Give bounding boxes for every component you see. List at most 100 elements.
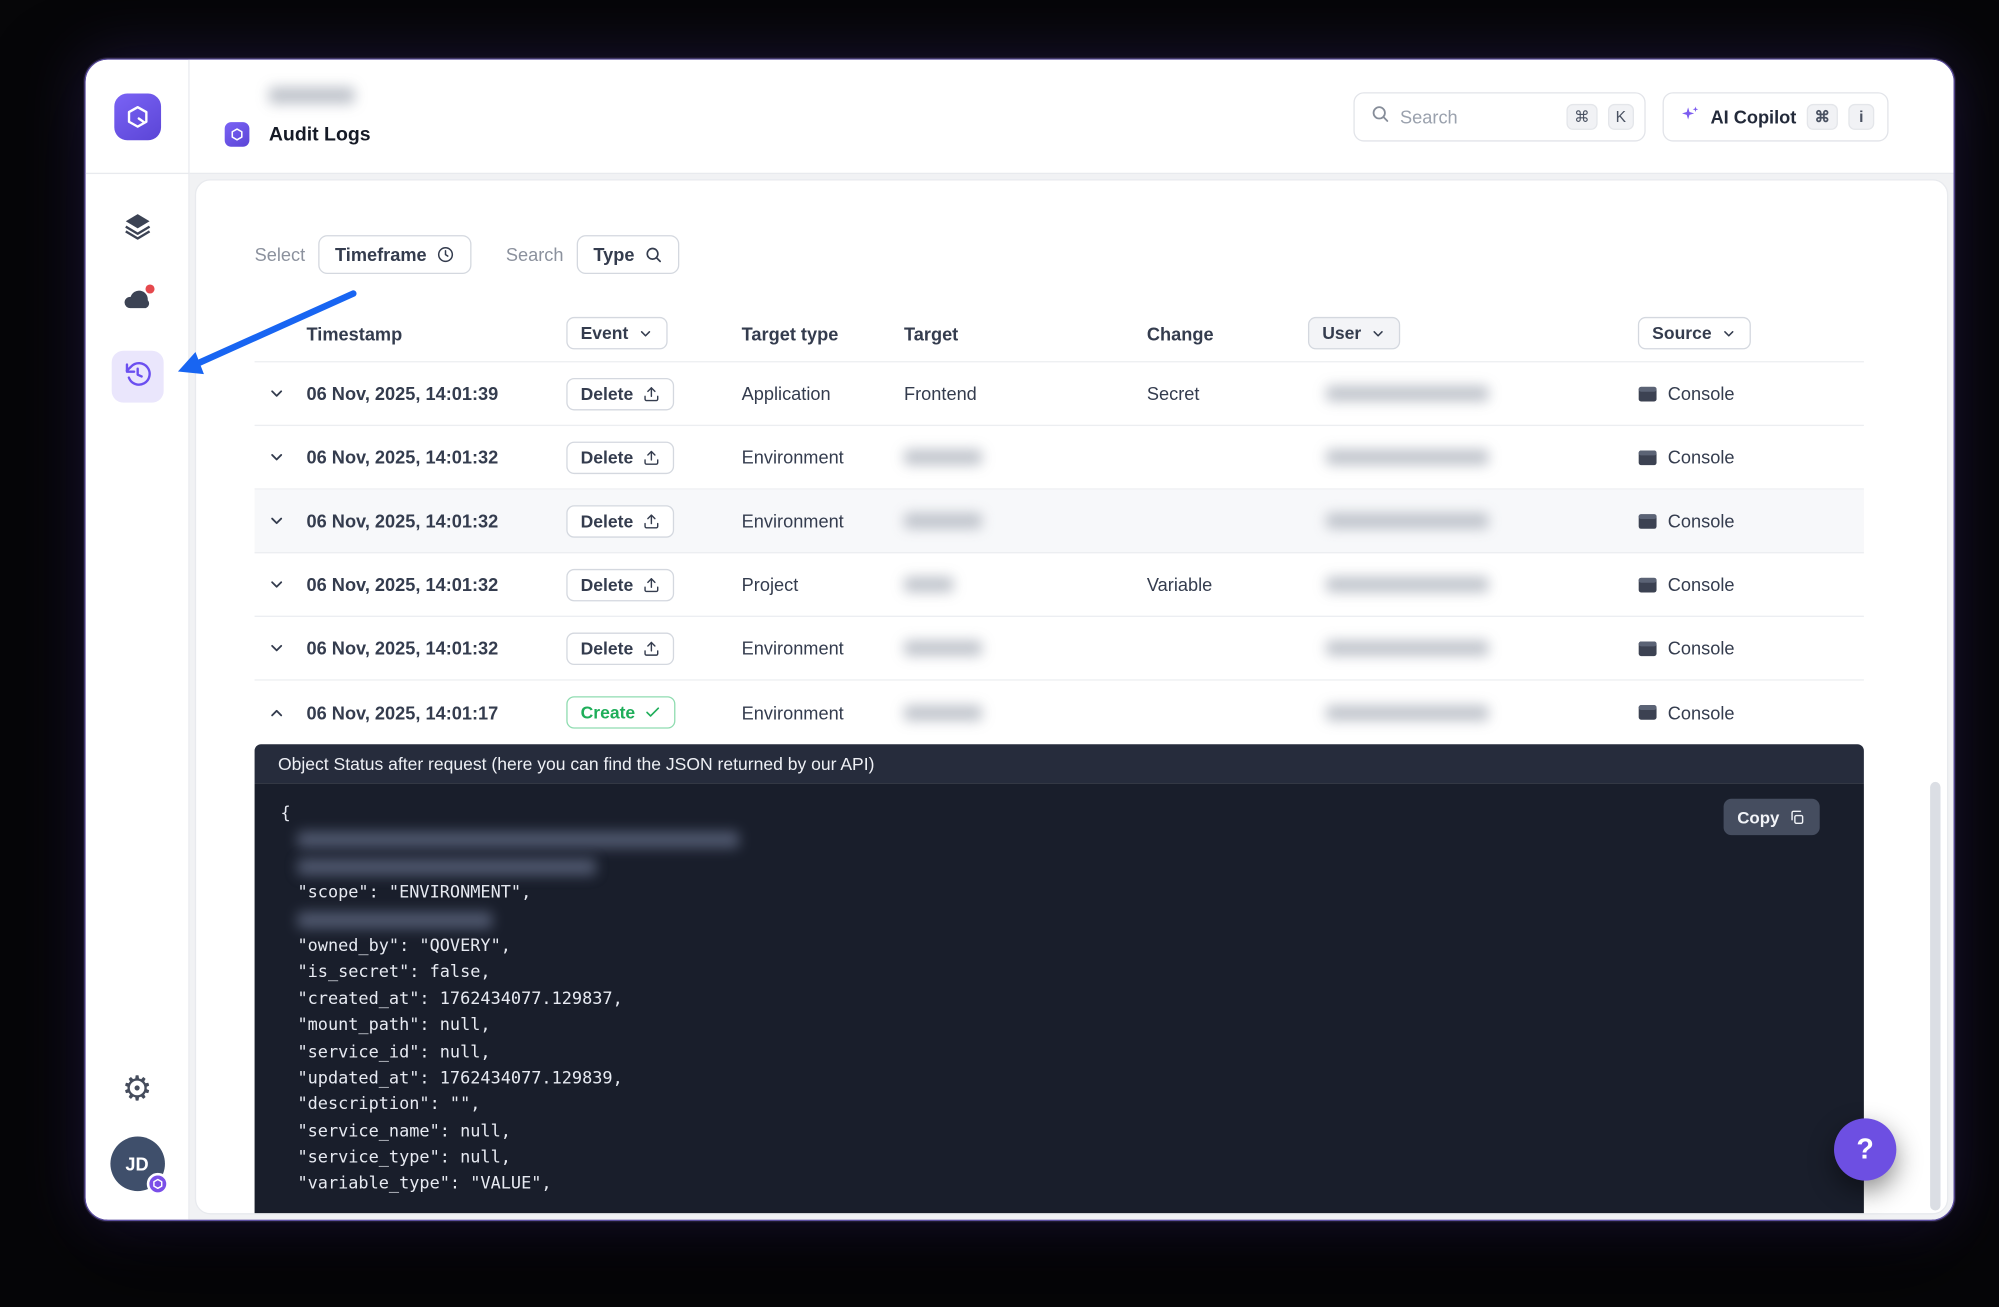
table-row[interactable]: 06 Nov, 2025, 14:01:39 Delete Applicatio…	[255, 362, 1864, 426]
redacted-user	[1326, 577, 1488, 593]
redacted-target	[904, 640, 982, 656]
column-change: Change	[1147, 323, 1308, 344]
upload-icon	[642, 385, 659, 402]
row-target	[904, 449, 1147, 465]
topbar-right: ⌘ K AI Copilot ⌘ i	[1353, 92, 1888, 141]
event-create-button[interactable]: Create	[566, 696, 675, 728]
row-source: Console	[1638, 447, 1864, 468]
sidebar-item-services[interactable]	[111, 203, 163, 255]
event-column-label: Event	[581, 323, 629, 342]
row-change: Variable	[1147, 574, 1308, 595]
code-line: "created_at": 1762434077.129837,	[281, 987, 1864, 1013]
select-label: Select	[255, 244, 306, 265]
upload-icon	[642, 449, 659, 466]
table-row-expanded[interactable]: 06 Nov, 2025, 14:01:17 Create Environmen…	[255, 681, 1864, 745]
upload-icon	[642, 512, 659, 529]
table-row[interactable]: 06 Nov, 2025, 14:01:32 Delete Environmen…	[255, 490, 1864, 554]
desktop: ⚙ JD	[0, 0, 1999, 1307]
sidebar-logo[interactable]	[85, 60, 189, 174]
audit-logs-panel: Select Timeframe Search Type	[195, 179, 1948, 1214]
k-keycap: K	[1608, 103, 1634, 129]
code-line-redacted	[281, 907, 1864, 933]
source-label: Console	[1668, 510, 1735, 531]
chevron-down-icon	[1721, 325, 1737, 341]
code-line: "is_secret": false,	[281, 960, 1864, 986]
event-filter-dropdown[interactable]: Event	[566, 317, 667, 349]
row-source: Console	[1638, 702, 1864, 723]
user-avatar[interactable]: JD	[110, 1137, 165, 1192]
row-timestamp: 06 Nov, 2025, 14:01:32	[307, 447, 567, 468]
event-delete-button[interactable]: Delete	[566, 441, 673, 473]
timeframe-button[interactable]: Timeframe	[318, 235, 472, 274]
code-line-redacted	[281, 828, 1864, 854]
audit-logs-icon	[225, 121, 250, 146]
event-label: Delete	[581, 638, 634, 657]
source-filter-dropdown[interactable]: Source	[1638, 317, 1751, 349]
row-target-type: Environment	[742, 447, 904, 468]
event-delete-button[interactable]: Delete	[566, 632, 673, 664]
row-target	[904, 640, 1147, 656]
chevron-down-icon[interactable]	[268, 512, 286, 530]
redacted-user	[1326, 386, 1488, 402]
search-icon	[645, 245, 663, 263]
code-line: "service_type": null,	[281, 1146, 1864, 1172]
expanded-detail-panel: Object Status after request (here you ca…	[255, 744, 1864, 1214]
copy-button[interactable]: Copy	[1723, 799, 1820, 835]
source-column-label: Source	[1652, 323, 1711, 342]
table-row[interactable]: 06 Nov, 2025, 14:01:32 Delete Environmen…	[255, 617, 1864, 681]
app-window: ⚙ JD	[84, 58, 1954, 1220]
help-button[interactable]: ?	[1834, 1118, 1896, 1180]
row-user	[1308, 449, 1638, 465]
table-row[interactable]: 06 Nov, 2025, 14:01:32 Delete Environmen…	[255, 426, 1864, 490]
search-input[interactable]	[1400, 106, 1556, 127]
qovery-logo-icon	[114, 93, 161, 140]
redacted-target	[904, 577, 953, 593]
page-title-row: Audit Logs	[225, 121, 371, 146]
chevron-down-icon[interactable]	[268, 448, 286, 466]
console-icon	[1638, 449, 1657, 466]
redacted-user	[1326, 513, 1488, 529]
redacted-target	[904, 705, 982, 721]
chevron-down-icon[interactable]	[268, 384, 286, 402]
filters-bar: Select Timeframe Search Type	[196, 181, 1947, 275]
type-filter-button[interactable]: Type	[576, 235, 679, 274]
sidebar-item-clusters[interactable]	[111, 277, 163, 329]
layers-icon	[123, 211, 152, 246]
column-target-type: Target type	[742, 323, 904, 344]
chevron-down-icon	[637, 325, 653, 341]
settings-gear-icon[interactable]: ⚙	[122, 1072, 152, 1106]
code-line: "variable_type": "VALUE",	[281, 1172, 1864, 1198]
scrollbar-thumb[interactable]	[1930, 782, 1940, 1211]
event-delete-button[interactable]: Delete	[566, 505, 673, 537]
table-row[interactable]: 06 Nov, 2025, 14:01:32 Delete Project Va…	[255, 553, 1864, 617]
json-code-block: Copy { "scope": "ENVIRONMENT", "owned_by…	[255, 783, 1864, 1214]
code-line: "mount_path": null,	[281, 1013, 1864, 1039]
sidebar-bottom: ⚙ JD	[110, 1072, 165, 1220]
row-user	[1308, 577, 1638, 593]
redacted-text	[269, 86, 355, 103]
redacted-user	[1326, 640, 1488, 656]
console-icon	[1638, 704, 1657, 721]
console-icon	[1638, 385, 1657, 402]
console-icon	[1638, 640, 1657, 657]
chevron-down-icon[interactable]	[268, 639, 286, 657]
ai-copilot-button[interactable]: AI Copilot ⌘ i	[1662, 92, 1888, 141]
event-label: Delete	[581, 384, 634, 403]
row-target-type: Application	[742, 383, 904, 404]
search-box[interactable]: ⌘ K	[1353, 92, 1645, 141]
row-timestamp: 06 Nov, 2025, 14:01:32	[307, 638, 567, 659]
content-area: Select Timeframe Search Type	[190, 174, 1954, 1220]
source-label: Console	[1668, 702, 1735, 723]
topbar: Audit Logs ⌘ K	[190, 60, 1954, 174]
sidebar-item-audit-logs[interactable]	[111, 351, 163, 403]
event-delete-button[interactable]: Delete	[566, 568, 673, 600]
event-label: Delete	[581, 575, 634, 594]
row-timestamp: 06 Nov, 2025, 14:01:17	[307, 702, 567, 723]
i-keycap: i	[1848, 103, 1874, 129]
row-source: Console	[1638, 383, 1864, 404]
chevron-up-icon[interactable]	[268, 703, 286, 721]
object-status-title: Object Status after request (here you ca…	[278, 754, 875, 773]
user-filter-dropdown[interactable]: User	[1308, 317, 1400, 349]
chevron-down-icon[interactable]	[268, 575, 286, 593]
event-delete-button[interactable]: Delete	[566, 377, 673, 409]
